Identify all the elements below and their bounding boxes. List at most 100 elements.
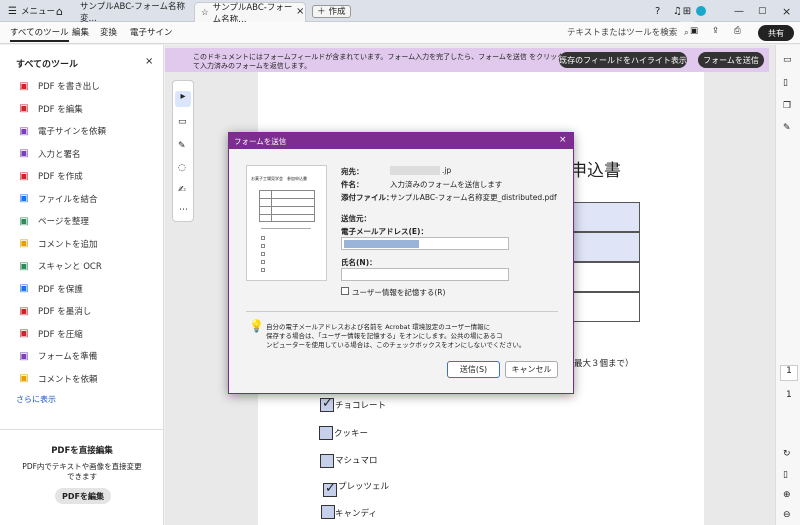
sidebar-tool-label: スキャンと OCR bbox=[38, 262, 102, 272]
menu-convert[interactable]: 変換 bbox=[100, 26, 117, 38]
comment-icon[interactable]: ▭ bbox=[178, 117, 187, 127]
pen-icon[interactable]: ✎ bbox=[178, 141, 186, 151]
close-tab-icon[interactable]: × bbox=[296, 0, 304, 22]
promo-text-2: できます bbox=[67, 472, 97, 481]
form-thumbnail: お菓子工場見学会 参加申込書 bbox=[246, 165, 327, 281]
checkbox[interactable] bbox=[320, 454, 334, 468]
remember-checkbox[interactable] bbox=[341, 287, 349, 295]
tool-search[interactable]: テキストまたはツールを検索 ⌕ bbox=[567, 26, 689, 38]
title-bar: ☰ メニュー ⌂ サンプルABC-フォーム名称変… ☆ サンプルABC-フォーム名… bbox=[0, 0, 800, 25]
refresh-icon[interactable]: ↻ bbox=[783, 449, 791, 459]
name-label: 氏名(N)： bbox=[341, 258, 377, 267]
tool-search-label: テキストまたはツールを検索 bbox=[567, 28, 678, 38]
form-cell[interactable] bbox=[570, 232, 640, 262]
share-button[interactable]: 共有 bbox=[758, 25, 794, 41]
tool-icon: ▣ bbox=[19, 328, 29, 339]
option-label: チョコレート bbox=[335, 401, 387, 411]
upload-icon[interactable]: ⇪ bbox=[712, 26, 719, 36]
sidebar-tool-item[interactable]: ▣ 入力と署名 bbox=[18, 148, 80, 160]
sidebar-tool-item[interactable]: ▣ コメントを追加 bbox=[18, 238, 98, 250]
sidebar-tool-item[interactable]: ▣ フォームを準備 bbox=[18, 350, 97, 363]
checkbox-checked[interactable]: ✓ bbox=[323, 481, 337, 497]
checkbox[interactable] bbox=[321, 505, 335, 519]
sidebar-tool-item[interactable]: ▣ PDF を作成 bbox=[18, 170, 83, 183]
doc-note: 最大３個まで） bbox=[574, 359, 634, 369]
tab-document-1[interactable]: サンプルABC-フォーム名称変… bbox=[74, 2, 192, 24]
lightbulb-icon: 💡 bbox=[249, 319, 264, 333]
tool-icon: ▣ bbox=[19, 193, 29, 204]
more-tools-icon[interactable]: ⋯ bbox=[179, 205, 188, 215]
form-cell[interactable] bbox=[570, 202, 640, 232]
sidebar-tool-label: コメントを追加 bbox=[38, 239, 98, 250]
menu-button[interactable]: ☰ メニュー bbox=[8, 0, 55, 22]
edit-panel-icon[interactable]: ✎ bbox=[783, 123, 791, 133]
subject-label: 件名： bbox=[341, 180, 364, 189]
tool-icon: ▣ bbox=[19, 170, 29, 182]
checkbox[interactable] bbox=[319, 426, 333, 440]
sidebar-tool-item[interactable]: ▣ PDF を編集 bbox=[18, 103, 83, 115]
send-button[interactable]: 送信(S) bbox=[447, 361, 500, 378]
sidebar-tool-item[interactable]: ▣ 電子サインを依頼 bbox=[18, 125, 106, 138]
sidebar-tool-label: PDF を墨消し bbox=[38, 307, 92, 317]
lasso-icon[interactable]: ◌ bbox=[178, 163, 186, 173]
promo-title: PDFを直接編集 bbox=[51, 446, 113, 456]
pages-icon[interactable]: ❐ bbox=[783, 101, 791, 111]
sidebar-tool-item[interactable]: ▣ PDF を圧縮 bbox=[18, 328, 83, 340]
home-icon[interactable]: ⌂ bbox=[56, 0, 63, 22]
menu-e-sign[interactable]: 電子サイン bbox=[130, 26, 173, 38]
menu-all-tools[interactable]: すべてのツール bbox=[10, 26, 69, 42]
comments-panel-icon[interactable]: ▭ bbox=[783, 55, 792, 65]
sidebar-close-icon[interactable]: × bbox=[145, 56, 153, 67]
current-page[interactable]: 1 bbox=[780, 365, 798, 381]
attachment-label: 添付ファイル： bbox=[341, 193, 394, 202]
sidebar-tool-item[interactable]: ▣ PDF を墨消し bbox=[18, 305, 92, 318]
sidebar-tool-item[interactable]: ▣ コメントを依頼 bbox=[18, 373, 97, 385]
menu-edit[interactable]: 編集 bbox=[72, 26, 89, 38]
tool-icon: ▣ bbox=[19, 215, 29, 227]
sidebar-tool-label: PDF を圧縮 bbox=[38, 329, 83, 340]
avatar[interactable] bbox=[696, 0, 706, 22]
sidebar-tool-label: ファイルを結合 bbox=[38, 194, 98, 205]
help-icon[interactable]: ? bbox=[655, 0, 660, 22]
save-icon[interactable]: ▣ bbox=[690, 26, 698, 36]
sidebar-tool-label: ページを整理 bbox=[38, 217, 89, 227]
window-close-icon[interactable]: × bbox=[782, 0, 791, 22]
checkbox-checked[interactable]: ✓ bbox=[320, 396, 334, 412]
apps-icon[interactable]: ⊞ bbox=[680, 0, 694, 22]
tool-icon: ▣ bbox=[19, 103, 29, 114]
promo-edit-button[interactable]: PDFを編集 bbox=[55, 488, 111, 504]
show-more-link[interactable]: さらに表示 bbox=[16, 394, 56, 405]
submit-form-button[interactable]: フォームを送信 bbox=[698, 52, 764, 68]
option-label: プレッツェル bbox=[338, 482, 390, 492]
email-field[interactable] bbox=[341, 237, 509, 250]
search-icon: ⌕ bbox=[683, 28, 689, 38]
minimize-icon[interactable]: — bbox=[734, 0, 744, 22]
sidebar-tool-item[interactable]: ▣ ファイルを結合 bbox=[18, 193, 98, 205]
zoom-in-icon[interactable]: ⊕ bbox=[783, 490, 791, 500]
from-label: 送信元： bbox=[341, 214, 371, 223]
new-tab-button[interactable]: ＋作成 bbox=[312, 0, 351, 22]
remember-label: ユーザー情報を記憶する(R) bbox=[352, 288, 446, 297]
sidebar-tool-item[interactable]: ▣ スキャンと OCR bbox=[18, 260, 102, 273]
bookmark-icon[interactable]: ▯ bbox=[783, 78, 788, 88]
to-value: .jp bbox=[442, 166, 452, 175]
sidebar-tool-item[interactable]: ▣ PDF を保護 bbox=[18, 283, 83, 295]
sidebar-title: すべてのツール bbox=[16, 60, 79, 70]
maximize-icon[interactable]: ▢ bbox=[758, 0, 767, 22]
sidebar-tool-item[interactable]: ▣ PDF を書き出し bbox=[18, 80, 100, 93]
menu-bar: すべてのツール 編集 変換 電子サイン テキストまたはツールを検索 ⌕ ▣ ⇪ … bbox=[0, 22, 800, 44]
sidebar-tool-label: PDF を書き出し bbox=[38, 82, 100, 92]
name-field[interactable] bbox=[341, 268, 509, 281]
sidebar-tool-item[interactable]: ▣ ページを整理 bbox=[18, 215, 89, 228]
annotation-toolbar: ▸ ▭ ✎ ◌ ✍ ⋯ bbox=[172, 80, 194, 222]
dialog-close-icon[interactable]: × bbox=[559, 135, 567, 145]
highlight-fields-button[interactable]: 既存のフィールドをハイライト表示 bbox=[559, 52, 687, 68]
zoom-out-icon[interactable]: ⊖ bbox=[783, 510, 791, 520]
cancel-button[interactable]: キャンセル bbox=[505, 361, 558, 378]
thumbnail-icon[interactable]: ▯ bbox=[783, 470, 788, 480]
tab-document-2[interactable]: ☆ サンプルABC-フォーム名称… bbox=[194, 2, 306, 25]
select-cursor-icon[interactable]: ▸ bbox=[175, 91, 191, 107]
form-cell bbox=[570, 262, 640, 292]
print-icon[interactable]: ⎙ bbox=[734, 26, 741, 36]
sign-icon[interactable]: ✍ bbox=[178, 185, 186, 195]
